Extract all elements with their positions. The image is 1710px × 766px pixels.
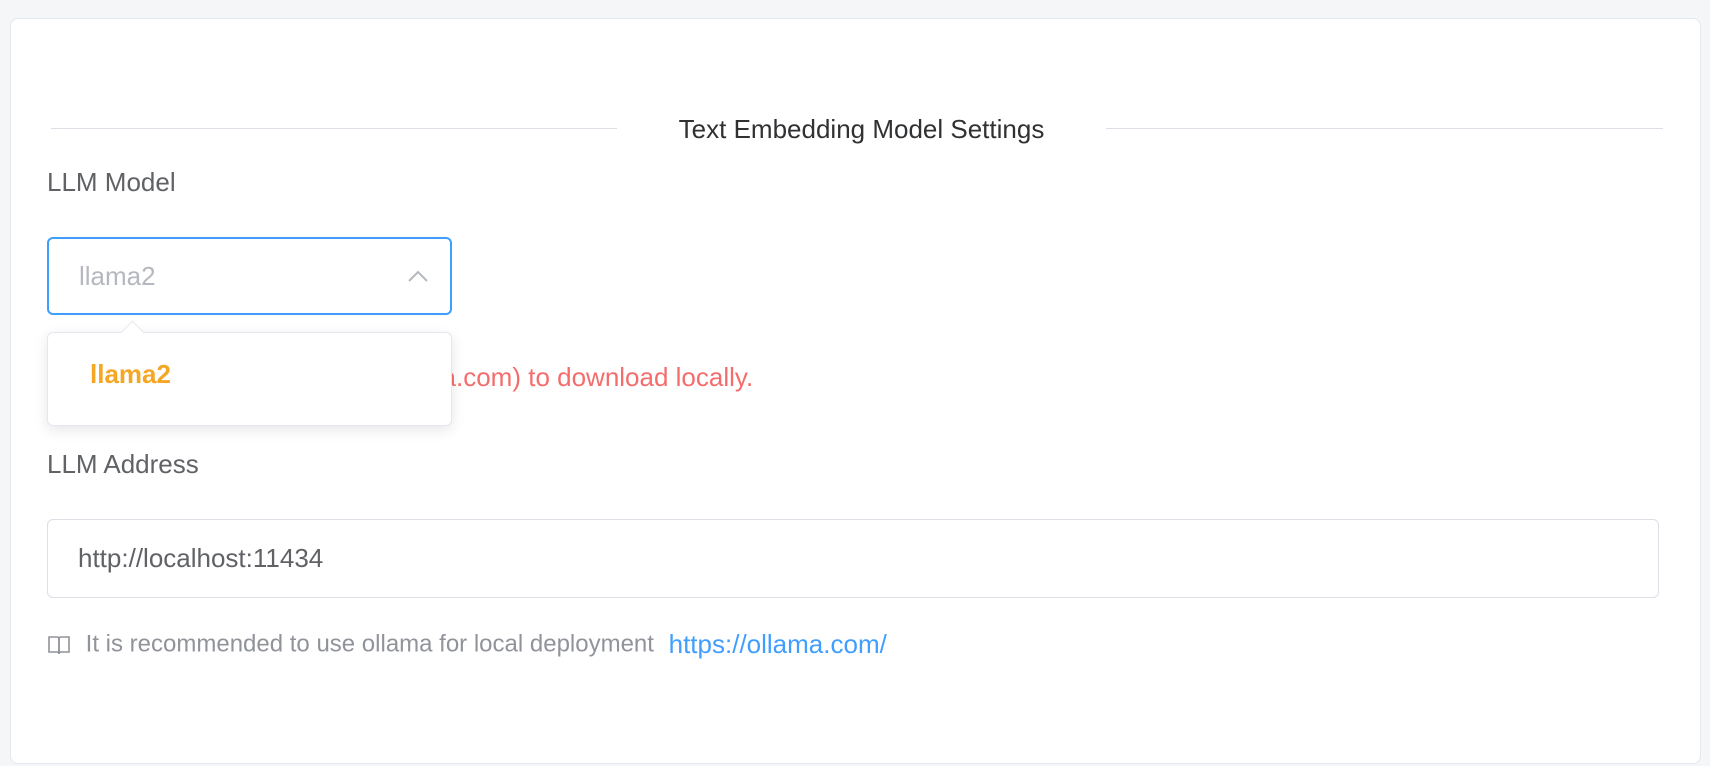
chevron-up-icon[interactable] — [406, 266, 430, 286]
book-icon — [48, 635, 70, 654]
section-title: Text Embedding Model Settings — [678, 114, 1045, 144]
llm-model-select[interactable]: llama2 — [47, 237, 452, 315]
llm-model-dropdown: llama2 — [47, 320, 452, 426]
hint-row: It is recommended to use ollama for loca… — [47, 629, 887, 665]
llm-address-field[interactable] — [47, 519, 1659, 598]
divider-line-left — [51, 128, 617, 129]
ollama-link[interactable]: https://ollama.com/ — [669, 629, 887, 659]
settings-card: Text Embedding Model Settings LLM Model … — [10, 18, 1701, 764]
llm-address-input[interactable] — [78, 520, 1618, 597]
hint-text: It is recommended to use ollama for loca… — [85, 630, 654, 658]
dropdown-option-llama2[interactable]: llama2 — [90, 359, 171, 390]
llm-model-label: LLM Model — [47, 167, 176, 197]
dropdown-arrow — [120, 320, 145, 345]
divider-line-right — [1106, 128, 1663, 129]
llm-model-select-value: llama2 — [79, 261, 156, 291]
llm-address-label: LLM Address — [47, 449, 199, 479]
section-divider: Text Embedding Model Settings — [51, 109, 1663, 149]
